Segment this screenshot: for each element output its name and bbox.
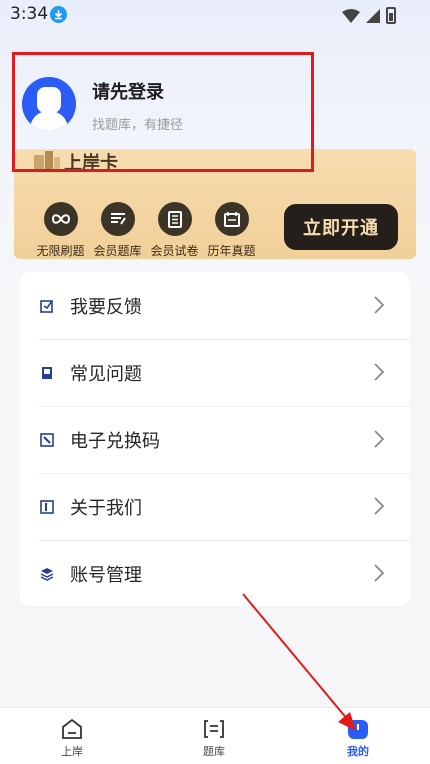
menu-item-redeem[interactable]: 电子兑换码 — [20, 406, 410, 473]
nav-item-question-bank[interactable]: 题库 — [184, 718, 244, 759]
menu-item-faq[interactable]: 常见问题 — [20, 339, 410, 406]
menu-item-feedback[interactable]: 我要反馈 — [20, 272, 410, 339]
open-vip-button[interactable]: 立即开通 — [284, 204, 398, 250]
vip-features: 无限刷题 会员题库 会员试卷 历年真题 — [32, 202, 260, 259]
bottom-nav: 上岸 题库 我的 — [0, 707, 430, 764]
settings-menu: 我要反馈 常见问题 电子兑换码 关于我们 账号管理 — [20, 272, 410, 606]
chevron-right-icon — [374, 430, 384, 448]
status-icons — [342, 7, 396, 24]
download-icon — [50, 6, 67, 23]
avatar[interactable] — [22, 77, 76, 131]
infinity-icon — [43, 202, 78, 236]
chevron-right-icon — [374, 497, 384, 515]
vip-feature-bank[interactable]: 会员题库 — [89, 202, 146, 259]
paper-icon — [157, 202, 192, 236]
chevron-right-icon — [374, 564, 384, 582]
home-icon — [62, 718, 82, 739]
status-time: 3:34 — [10, 4, 49, 24]
profile-icon — [348, 720, 368, 739]
nav-item-home[interactable]: 上岸 — [42, 718, 102, 759]
question-bank-icon — [204, 720, 224, 738]
menu-item-about[interactable]: 关于我们 — [20, 473, 410, 540]
signal-icon — [366, 8, 380, 23]
vip-logo-icon — [34, 151, 60, 169]
login-subtitle: 找题库，有捷径 — [92, 118, 184, 133]
chevron-right-icon — [374, 363, 384, 381]
redeem-icon — [40, 433, 54, 447]
battery-icon — [386, 7, 396, 24]
account-icon — [40, 568, 54, 581]
wifi-icon — [342, 8, 360, 23]
calendar-icon — [214, 202, 249, 236]
status-bar: 3:34 — [0, 0, 430, 30]
chevron-right-icon — [374, 296, 384, 314]
vip-feature-unlimited[interactable]: 无限刷题 — [32, 202, 89, 259]
vip-card[interactable]: 上岸卡 无限刷题 会员题库 会员试卷 历年真题 立即开通 — [14, 149, 416, 259]
about-icon — [40, 500, 54, 514]
nav-item-profile[interactable]: 我的 — [328, 718, 388, 759]
feedback-icon — [40, 300, 53, 313]
menu-item-account[interactable]: 账号管理 — [20, 540, 410, 607]
bank-icon — [100, 202, 135, 236]
faq-icon — [42, 367, 52, 379]
vip-feature-past-exams[interactable]: 历年真题 — [203, 202, 260, 259]
vip-title: 上岸卡 — [64, 153, 118, 174]
vip-feature-paper[interactable]: 会员试卷 — [146, 202, 203, 259]
login-title[interactable]: 请先登录 — [92, 78, 164, 104]
